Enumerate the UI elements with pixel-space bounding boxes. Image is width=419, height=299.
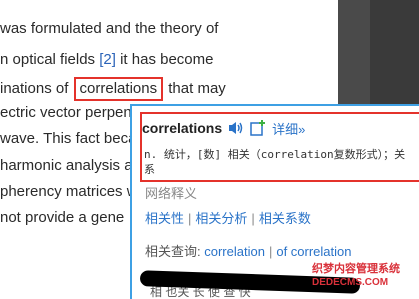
separator: |	[268, 244, 273, 259]
related-link-2[interactable]: of correlation	[276, 244, 351, 259]
doc-line-4: ectric vector perpendic	[0, 104, 151, 121]
site-watermark: 织梦内容管理系统 DEDECMS.COM	[312, 262, 400, 290]
web-item-2[interactable]: 相关分析	[195, 211, 247, 226]
web-item-1[interactable]: 相关性	[145, 211, 184, 226]
doc-text: pherency matrices wh	[0, 183, 146, 200]
doc-text: was formulated and the theory of	[0, 20, 219, 37]
doc-line-5: wave. This fact beca	[0, 130, 136, 147]
separator: |	[188, 211, 192, 226]
selected-word-highlight[interactable]: correlations	[73, 77, 164, 101]
watermark-line-1: 织梦内容管理系统	[312, 263, 400, 275]
separator: |	[251, 211, 255, 226]
doc-text: harmonic analysis a	[0, 157, 133, 174]
doc-line-3: inations of correlations that may	[0, 77, 226, 101]
doc-line-7: pherency matrices wh	[0, 183, 146, 200]
doc-text: inations of	[0, 80, 73, 97]
related-label: 相关查询:	[145, 244, 201, 259]
definition-text: n. 统计，[数] 相关（correlation复数形式）；关系	[144, 148, 406, 176]
doc-line-6: harmonic analysis a	[0, 157, 133, 174]
web-item-3[interactable]: 相关系数	[259, 211, 311, 226]
doc-line-1: was formulated and the theory of	[0, 20, 218, 37]
doc-text: wave. This fact beca	[0, 130, 137, 147]
web-definition-title: 网络释义	[145, 186, 198, 201]
doc-text: ectric vector perpendic	[0, 104, 151, 121]
related-queries: 相关查询: correlation | of correlation	[145, 241, 352, 260]
doc-text: it has become	[115, 51, 214, 68]
doc-text: not provide a gene	[0, 209, 125, 226]
web-definition-links: 相关性 | 相关分析 | 相关系数	[145, 208, 311, 227]
doc-text: n optical fields	[0, 51, 100, 68]
doc-line-2: n optical fields [2] it has become	[0, 51, 213, 68]
watermark-line-2: DEDECMS.COM	[312, 277, 389, 288]
background-window-edge-dark	[370, 0, 419, 104]
doc-line-8: not provide a gene	[0, 209, 124, 226]
related-link-1[interactable]: correlation	[204, 244, 265, 259]
doc-text: that may	[164, 80, 226, 97]
citation-link[interactable]: [2]	[99, 51, 116, 68]
